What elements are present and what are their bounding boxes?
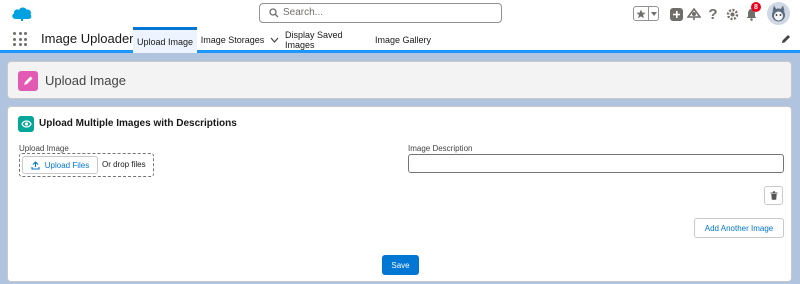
page-title: Upload Image [45, 73, 126, 88]
search-input[interactable]: Search... [259, 3, 502, 23]
add-another-image-button[interactable]: Add Another Image [694, 218, 784, 238]
search-placeholder: Search... [283, 7, 324, 18]
upload-files-button[interactable]: Upload Files [22, 156, 98, 174]
avatar[interactable] [767, 2, 790, 25]
chevron-down-icon[interactable] [270, 37, 279, 43]
upload-files-label: Upload Files [44, 160, 90, 170]
salesforce-cloud-icon[interactable] [11, 4, 33, 22]
tab-image-gallery[interactable]: Image Gallery [374, 27, 432, 53]
trailhead-icon[interactable] [686, 6, 702, 22]
upload-icon [31, 160, 40, 170]
card-title: Upload Multiple Images with Descriptions [39, 118, 237, 129]
card-header-icon [18, 116, 34, 132]
app-name: Image Uploader [41, 31, 134, 46]
upload-card: Upload Multiple Images with Descriptions… [7, 106, 792, 282]
tab-image-storages[interactable]: Image Storages [200, 27, 280, 53]
favorites-button-group[interactable] [633, 6, 659, 21]
tab-label: Display Saved Images [285, 30, 343, 50]
chevron-down-icon[interactable] [649, 7, 658, 20]
tab-display-saved-images[interactable]: Display Saved Images [285, 27, 367, 53]
file-dropzone[interactable]: Upload Files Or drop files [19, 153, 154, 177]
help-icon[interactable]: ? [705, 6, 721, 23]
image-description-label: Image Description [408, 144, 473, 153]
upload-image-icon [18, 71, 38, 91]
app-nav-bar: Image Uploader Upload Image Image Storag… [0, 27, 800, 53]
drop-files-text: Or drop files [102, 160, 146, 169]
image-description-input[interactable] [408, 154, 784, 173]
star-icon[interactable] [634, 7, 649, 20]
tab-label: Image Storages [200, 35, 265, 45]
notification-badge: 8 [751, 2, 761, 12]
page-header: Upload Image [7, 61, 792, 99]
app-launcher-icon[interactable] [13, 32, 27, 46]
delete-button[interactable] [764, 186, 783, 205]
tab-label: Image Gallery [374, 35, 432, 45]
global-header: Search... ? 8 [0, 0, 800, 27]
search-icon [269, 8, 279, 18]
add-icon[interactable] [668, 6, 684, 22]
gear-icon[interactable] [724, 6, 740, 22]
tab-upload-image[interactable]: Upload Image [133, 27, 197, 53]
tab-label: Upload Image [136, 36, 194, 47]
edit-nav-icon[interactable] [781, 34, 791, 44]
save-button[interactable]: Save [382, 255, 419, 275]
upload-image-label: Upload Image [19, 144, 69, 153]
trash-icon [770, 191, 777, 200]
